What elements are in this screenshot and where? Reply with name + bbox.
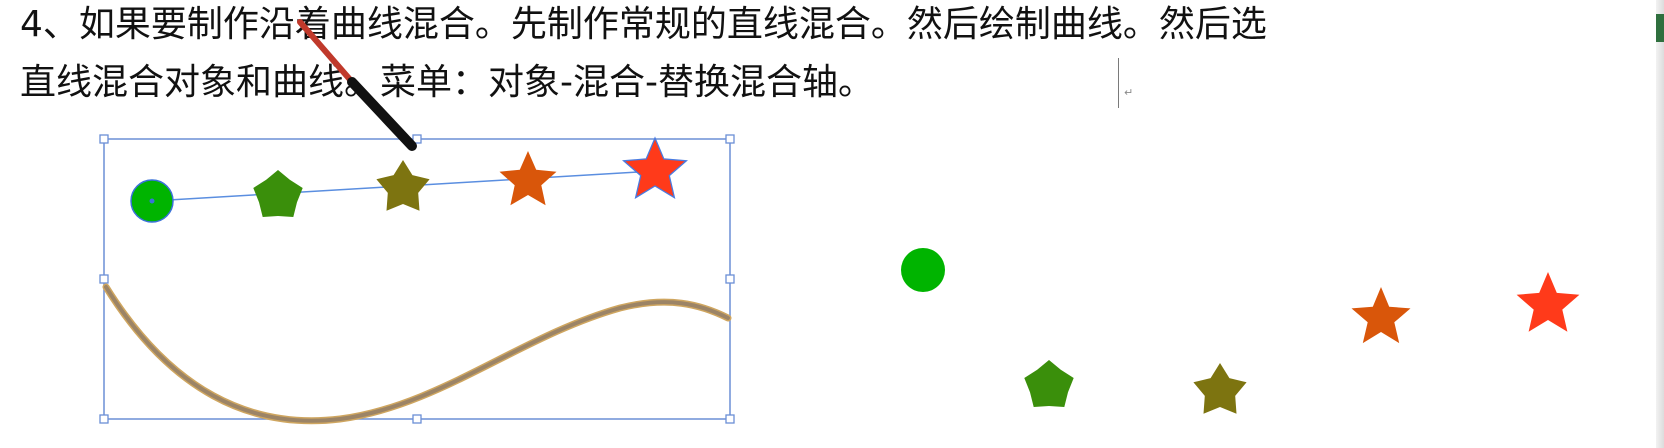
selection-handle[interactable] (99, 274, 109, 284)
selection-handle[interactable] (99, 134, 109, 144)
scattered-pentagon[interactable] (1024, 360, 1074, 407)
selection-handle[interactable] (725, 414, 735, 424)
selection-handle[interactable] (725, 134, 735, 144)
blend-star-olive[interactable] (376, 160, 430, 211)
selection-handle[interactable] (412, 414, 422, 424)
curve-path-outline[interactable] (102, 283, 732, 425)
selection-handle[interactable] (725, 274, 735, 284)
edge-tab-icon (1656, 14, 1664, 42)
blend-star-orange[interactable] (499, 151, 557, 206)
scattered-circle[interactable] (901, 248, 945, 292)
scattered-star-olive[interactable] (1193, 363, 1247, 414)
artboard-canvas (99, 19, 1580, 425)
scattered-star-red[interactable] (1516, 272, 1580, 332)
scattered-star-orange[interactable] (1351, 287, 1411, 344)
blend-pentagon[interactable] (253, 170, 303, 217)
pointer-pen-icon (297, 19, 417, 151)
window-edge (1656, 0, 1664, 448)
selection-handle[interactable] (99, 414, 109, 424)
anchor-point-icon (149, 198, 155, 204)
blend-star-red[interactable] (622, 136, 688, 200)
